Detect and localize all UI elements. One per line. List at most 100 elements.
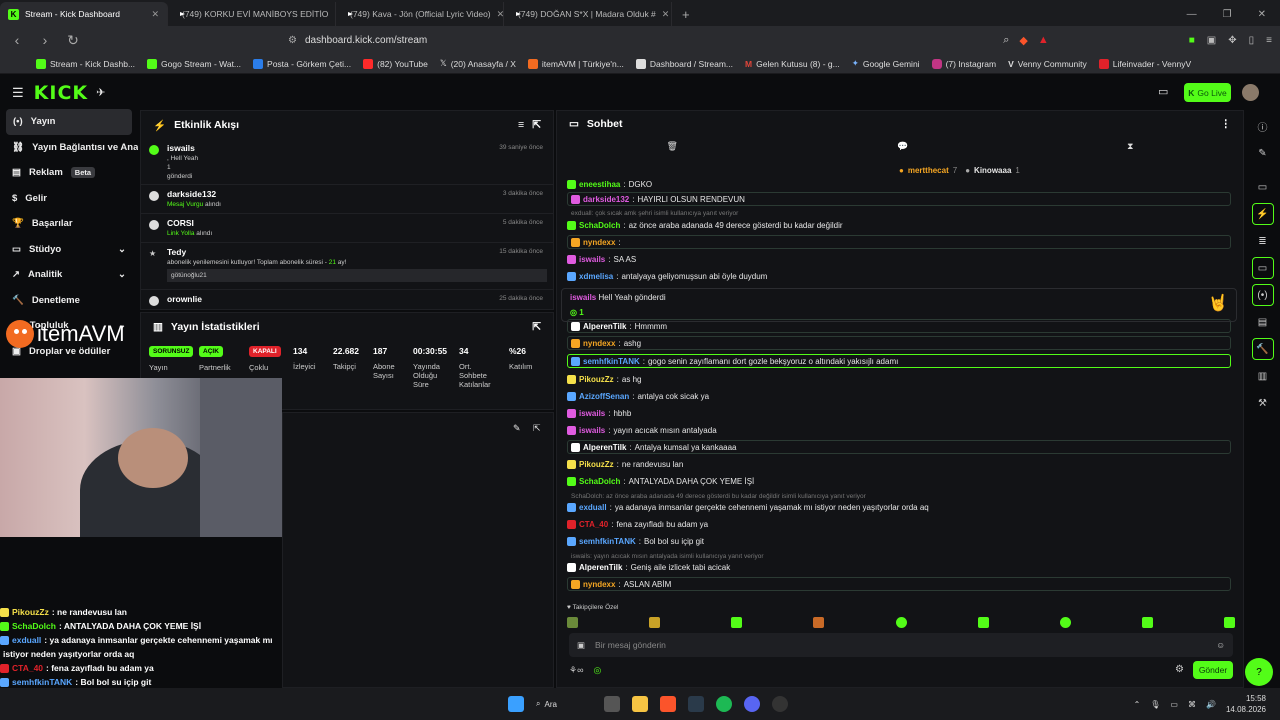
gift-icon[interactable]: ▣ (577, 640, 585, 651)
mic-icon[interactable]: 🎙 (1150, 700, 1160, 709)
emote-icon[interactable] (977, 617, 989, 628)
emoji-icon[interactable]: ☺ (1216, 640, 1225, 650)
layout-icon[interactable]: ▭ (1252, 176, 1274, 198)
infinity-icon[interactable]: ⚘∞ (569, 665, 583, 676)
chat-message[interactable]: AzizoffSenan: antalya cok sicak ya (567, 389, 1231, 403)
chat-username[interactable]: AlperenTilk (583, 322, 626, 331)
file-explorer-icon[interactable] (632, 696, 648, 712)
chat-username[interactable]: AlperenTilk (579, 563, 622, 572)
tab-youtube-2[interactable]: (749) Kava - Jön (Official Lyric Video) ✕ (336, 2, 504, 26)
emote-icon[interactable] (649, 617, 661, 628)
chat-message[interactable]: SchaDolch: az önce araba adanada 49 derec… (567, 218, 1231, 232)
volume-icon[interactable]: 🔊 (1206, 700, 1216, 709)
chat-username[interactable]: SchaDolch (579, 477, 620, 486)
site-info-icon[interactable]: ⚙ (288, 35, 297, 46)
bookmark-item[interactable]: 𝕏 (20) Anasayfa / X (440, 58, 516, 69)
bookmark-item[interactable]: Gogo Stream - Wat... (147, 58, 241, 69)
chat-input[interactable]: ▣ Bir mesaj gönderin ☺ (569, 633, 1233, 657)
emote-icon[interactable] (1059, 617, 1071, 628)
extension-icon[interactable]: ▣ (1207, 35, 1216, 46)
tab-youtube-3[interactable]: (749) DOĞAN S*X | Madara Olduk # ✕ (504, 2, 672, 26)
bookmark-item[interactable]: Stream - Kick Dashb... (36, 58, 135, 69)
spotify-icon[interactable] (716, 696, 732, 712)
maximize-icon[interactable]: ❐ (1223, 9, 1232, 20)
chat-username[interactable]: nyndexx (583, 339, 615, 348)
discord-icon[interactable] (744, 696, 760, 712)
display-icon[interactable]: ▭ (1170, 700, 1178, 709)
hamburger-menu-icon[interactable]: ☰ (12, 85, 24, 101)
go-live-button[interactable]: K Go Live (1184, 83, 1231, 102)
chat-message[interactable]: nyndexx: ASLAN ABİM (567, 577, 1231, 591)
edit-icon[interactable]: ✎ (513, 423, 521, 434)
sidebar-item-yayin[interactable]: (•) Yayın (6, 109, 132, 135)
send-button[interactable]: Gönder (1193, 661, 1233, 679)
brave-rewards-icon[interactable]: ▲ (1038, 34, 1049, 46)
chat-username[interactable]: SchaDolch (579, 221, 620, 230)
chat-message[interactable]: CTA_40: fena zayıfladı bu adam ya (567, 517, 1231, 531)
bookmark-item[interactable]: ✦ Google Gemini (852, 58, 920, 69)
chat-username[interactable]: AlperenTilk (583, 443, 626, 452)
settings-icon[interactable]: ⚙ (1175, 664, 1184, 675)
chat-mode-icon[interactable]: 💬 (897, 141, 908, 161)
support-icon[interactable]: ? (1245, 658, 1273, 686)
chevron-up-icon[interactable]: ⌃ (1134, 700, 1141, 709)
chat-username[interactable]: nyndexx (583, 580, 615, 589)
chat-username[interactable]: eneestihaa (579, 180, 620, 189)
list-icon[interactable]: ≣ (1252, 230, 1274, 252)
emote-icon[interactable] (731, 617, 743, 628)
chat-message[interactable]: PikouzZz: as hg (567, 372, 1231, 386)
edit-icon[interactable]: ✎ (1252, 142, 1274, 164)
bookmark-item[interactable]: V Venny Community (1008, 59, 1087, 69)
chat-message[interactable]: PikouzZz: ne randevusu lan (567, 457, 1231, 471)
stats-icon[interactable]: ▥ (1252, 365, 1274, 387)
chat-username[interactable]: CTA_40 (579, 520, 608, 529)
tab-youtube-1[interactable]: (749) KORKU EVİ MANİBOYS EDİTİO✕ (168, 2, 336, 26)
new-tab-button[interactable]: + (672, 2, 700, 26)
sidebar-item-reklam[interactable]: ▤ Reklam Beta (0, 160, 138, 186)
pin-icon[interactable]: ✈ (96, 86, 105, 99)
chat-username[interactable]: exduall (579, 503, 607, 512)
chat-message[interactable]: SchaDolch: ANTALYADA DAHA ÇOK YEME İŞİ (567, 474, 1231, 488)
bolt-icon[interactable]: ⚡ (1251, 203, 1274, 225)
trash-icon[interactable]: 🗑 (667, 141, 678, 161)
sidebar-item-studyo[interactable]: ▭ Stüdyo ⌄ (0, 237, 138, 263)
chat-username[interactable]: iswails (579, 255, 605, 264)
puzzle-icon[interactable]: ✥ (1228, 35, 1236, 46)
chat-username[interactable]: xdmelisa (579, 272, 613, 281)
chat-username[interactable]: semhfkinTANK (583, 357, 640, 366)
chat-message[interactable]: iswails: hbhb (567, 406, 1231, 420)
chat-message[interactable]: nyndexx: ashg (567, 336, 1231, 350)
bookmark-item[interactable]: (82) YouTube (363, 58, 428, 69)
close-tab-icon[interactable]: ✕ (662, 9, 670, 20)
chat-username[interactable]: iswails (579, 409, 605, 418)
search-icon[interactable]: ⌕ (1003, 34, 1009, 47)
close-tab-icon[interactable]: ✕ (151, 9, 159, 20)
filter-icon[interactable]: ≡ (518, 119, 524, 131)
minimize-icon[interactable]: — (1187, 9, 1197, 20)
hammer-icon[interactable]: 🔨 (1251, 338, 1274, 360)
bookmark-item[interactable]: itemAVM | Türkiye'n... (527, 58, 624, 69)
chat-username[interactable]: semhfkinTANK (579, 537, 636, 546)
chat-message[interactable]: eneestihaa: DGKO (567, 177, 1231, 191)
chat-username[interactable]: AzizoffSenan (579, 392, 629, 401)
sidebar-item-stream-key[interactable]: ⛓ Yayın Bağlantısı ve Anahtarı (0, 135, 138, 161)
chat-message[interactable]: semhfkinTANK: gogo senin zayıflamanı dort… (567, 354, 1231, 368)
back-icon[interactable]: ‹ (8, 32, 26, 48)
menu-icon[interactable]: ≡ (1266, 35, 1272, 46)
chat-message[interactable]: nyndexx: (567, 235, 1231, 249)
brave-icon[interactable] (660, 696, 676, 712)
bookmark-item[interactable]: Posta - Görkem Çeti... (253, 58, 351, 69)
kick-extension-icon[interactable]: ■ (1189, 35, 1195, 46)
more-options-icon[interactable]: ⋮ (1221, 118, 1232, 130)
close-tab-icon[interactable]: ✕ (497, 9, 503, 20)
steam-icon[interactable] (688, 696, 704, 712)
popout-icon[interactable]: ⇱ (532, 119, 541, 131)
keyboard-icon[interactable]: ▭ (1158, 85, 1168, 98)
popout-icon[interactable]: ⇱ (533, 423, 541, 434)
network-icon[interactable]: ⌘ (1188, 700, 1196, 709)
chat-message[interactable]: darkside132: HAYIRLI OLSUN RENDEVUN (567, 192, 1231, 206)
clock[interactable]: 15:58 14.08.2026 (1226, 693, 1266, 715)
bookmark-item[interactable]: (7) Instagram (931, 58, 996, 69)
chat-username[interactable]: nyndexx (583, 238, 615, 247)
chat-message[interactable]: semhfkinTANK: Bol bol su içip git (567, 534, 1231, 548)
